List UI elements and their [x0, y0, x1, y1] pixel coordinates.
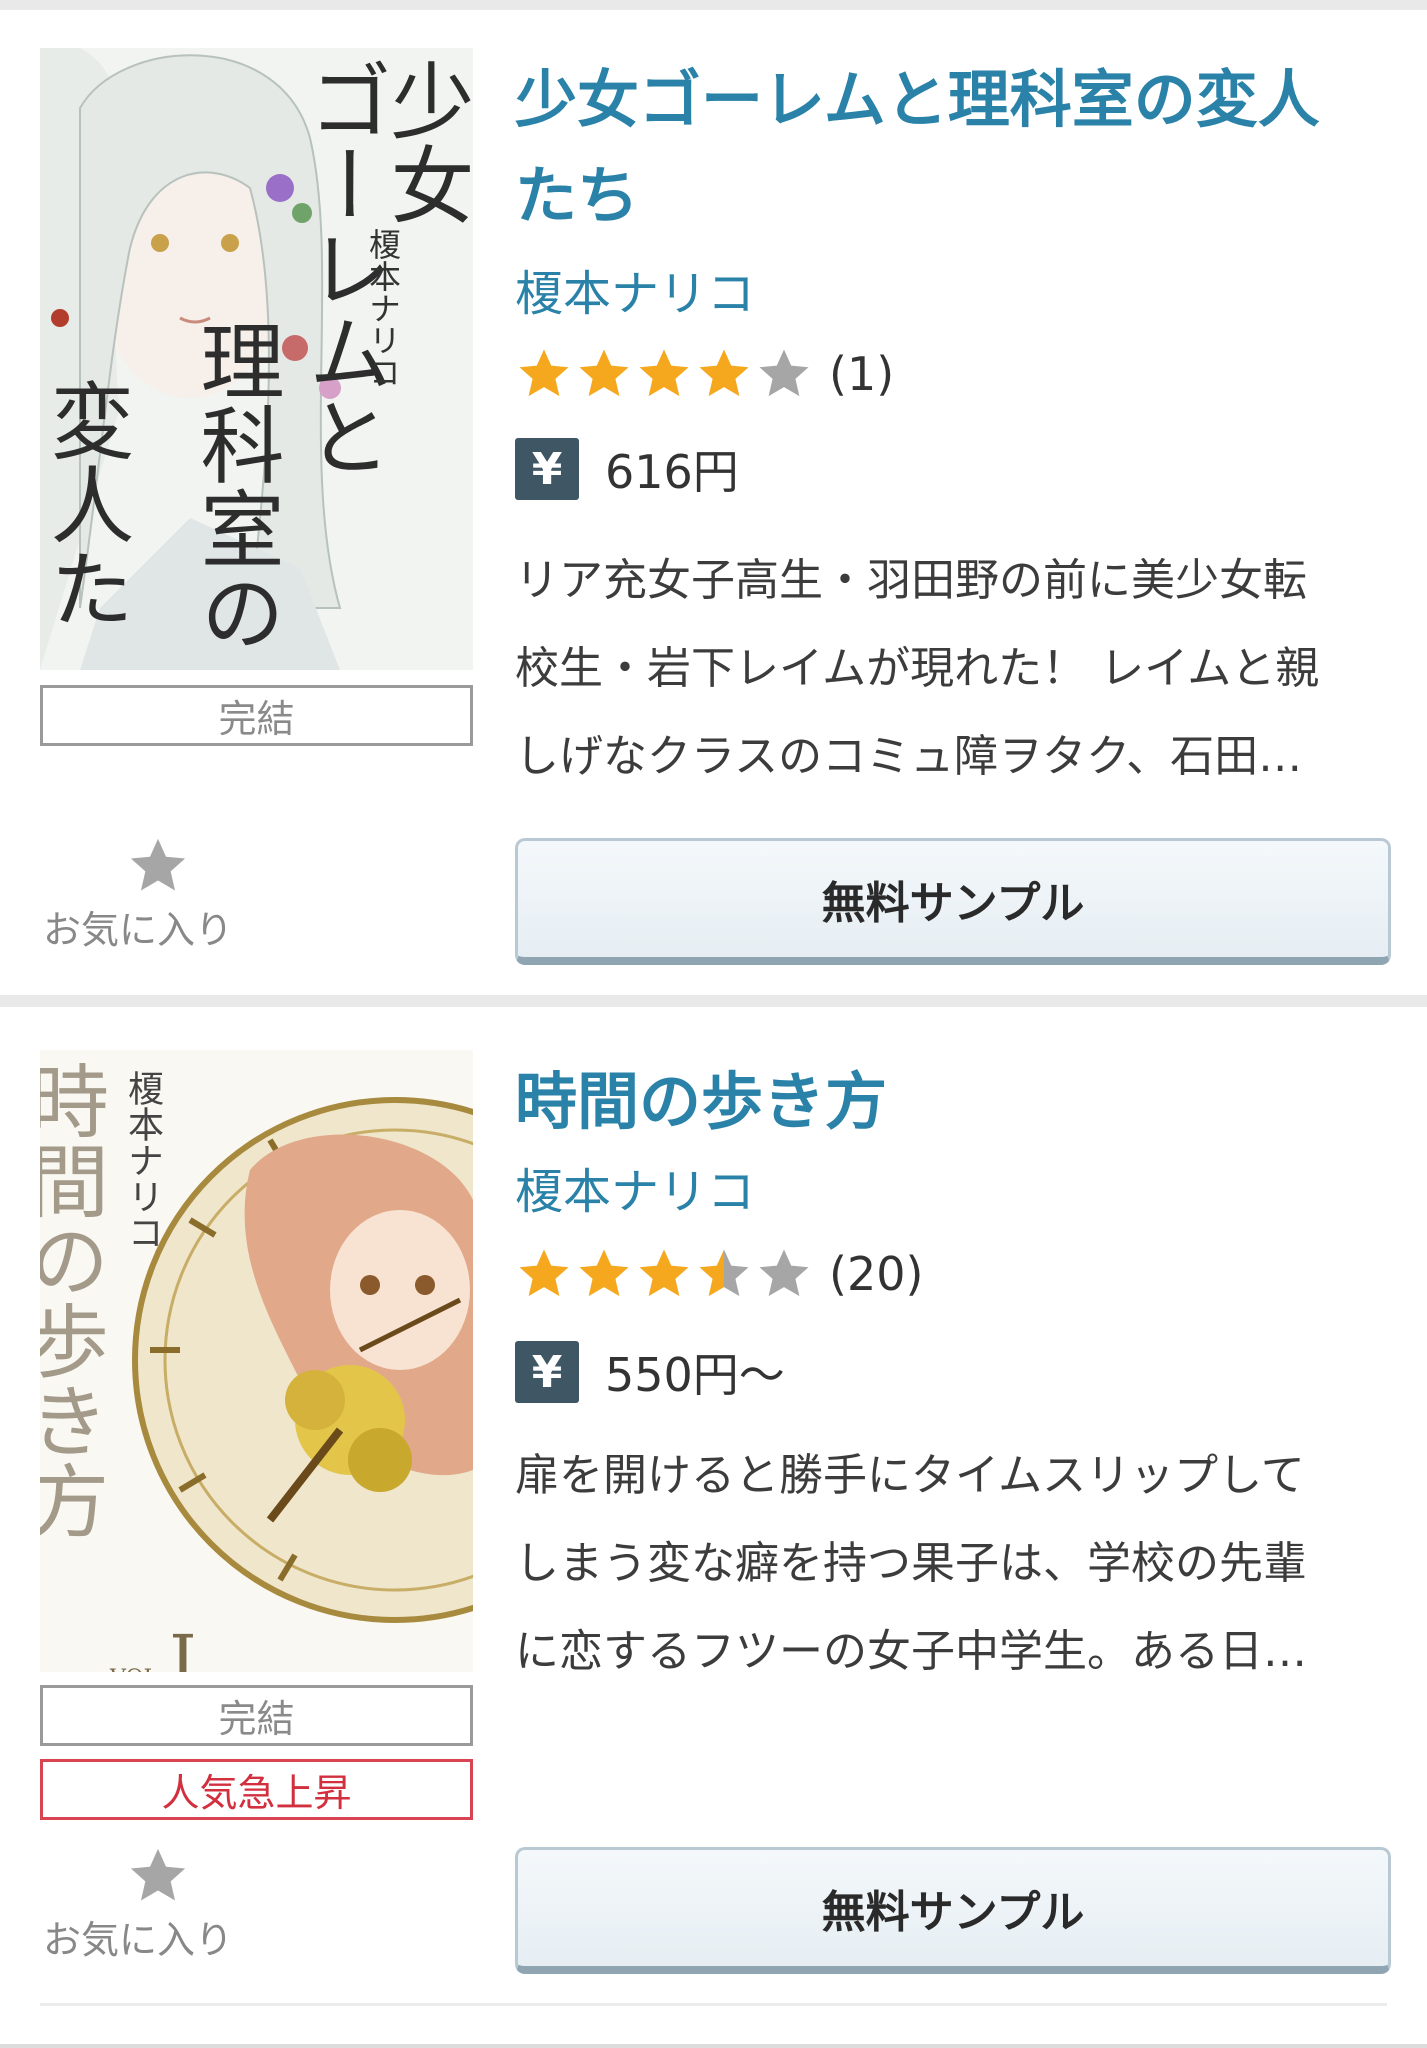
- cover-title-text: 少女: [377, 58, 473, 226]
- star-empty-icon: [759, 349, 809, 397]
- cover-title-text: 理科室の: [187, 318, 285, 654]
- star-icon: [130, 1848, 186, 1901]
- rating-count: (20): [829, 1247, 924, 1301]
- star-full-icon: [639, 1249, 689, 1297]
- author-link[interactable]: 榎本ナリコ: [515, 1152, 755, 1222]
- cover-title-text: 変人たち: [40, 378, 135, 630]
- star-full-icon: [519, 349, 569, 397]
- book-description: 扉を開けると勝手にタイムスリップして しまう変な癖を持つ果子は、学校の先輩 に恋…: [515, 1432, 1395, 1696]
- yen-icon: ¥: [515, 1341, 579, 1403]
- status-badge-complete: 完結: [40, 685, 473, 746]
- book-title-link[interactable]: 少女ゴーレムと理科室の変人 たち: [515, 52, 1395, 244]
- star-full-icon: [579, 349, 629, 397]
- favorite-label: お気に入り: [42, 908, 233, 952]
- book-title-link[interactable]: 時間の歩き方: [515, 1054, 1395, 1150]
- cover-title-text: 時間の歩き方: [40, 1060, 109, 1540]
- star-full-icon: [699, 349, 749, 397]
- star-rating: (20): [515, 1242, 923, 1306]
- star-icon: [130, 838, 186, 891]
- price-value: 550円～: [605, 1348, 785, 1402]
- trending-badge: 人気急上昇: [40, 1759, 473, 1820]
- book-cover[interactable]: 時間の歩き方 榎本ナリコ VOL.I: [40, 1050, 473, 1672]
- book-cover[interactable]: 少女 ゴーレムと 理科室の 変人たち 榎本ナリコ: [40, 48, 473, 670]
- description-line: に恋するフツーの女子中学生。ある日…: [515, 1626, 1307, 1677]
- star-full-icon: [579, 1249, 629, 1297]
- cover-author-text: 榎本ナリコ: [364, 228, 402, 388]
- search-results-list: 少女 ゴーレムと 理科室の 変人たち 榎本ナリコ 完結 お気に入り 少女ゴーレム…: [0, 0, 1427, 2048]
- price-value: 616円: [605, 445, 739, 499]
- favorite-toggle[interactable]: お気に入り: [43, 1845, 258, 1964]
- item-divider: [0, 995, 1427, 1007]
- description-line: 校生・岩下レイムが現れた！ レイムと親: [515, 643, 1320, 694]
- star-empty-icon: [759, 1249, 809, 1297]
- list-bottom-divider: [40, 2003, 1387, 2006]
- price-row: ¥ 550円～: [515, 1340, 785, 1404]
- free-sample-button[interactable]: 無料サンプル: [515, 838, 1391, 965]
- book-description: リア充女子高生・羽田野の前に美少女転 校生・岩下レイムが現れた！ レイムと親 し…: [515, 537, 1395, 801]
- description-line: しげなクラスのコミュ障ヲタク、石田…: [515, 731, 1303, 782]
- title-line: たち: [515, 159, 640, 232]
- star-full-icon: [519, 1249, 569, 1297]
- result-item[interactable]: 少女 ゴーレムと 理科室の 変人たち 榎本ナリコ 完結 お気に入り 少女ゴーレム…: [0, 10, 1427, 995]
- result-item[interactable]: 時間の歩き方 榎本ナリコ VOL.I 完結 人気急上昇 お気に入り 時間の歩き方…: [0, 1007, 1427, 2003]
- description-line: しまう変な癖を持つ果子は、学校の先輩: [515, 1538, 1307, 1589]
- free-sample-button[interactable]: 無料サンプル: [515, 1847, 1391, 1974]
- price-row: ¥ 616円: [515, 437, 739, 501]
- favorite-label: お気に入り: [42, 1918, 233, 1962]
- author-link[interactable]: 榎本ナリコ: [515, 254, 755, 324]
- star-half-icon: [699, 1249, 749, 1297]
- favorite-toggle[interactable]: お気に入り: [43, 835, 258, 954]
- star-full-icon: [639, 349, 689, 397]
- description-line: 扉を開けると勝手にタイムスリップして: [515, 1450, 1305, 1501]
- rating-count: (1): [829, 347, 895, 401]
- yen-icon: ¥: [515, 438, 579, 500]
- star-rating: (1): [515, 342, 894, 406]
- title-line: 少女ゴーレムと理科室の変人: [515, 63, 1320, 136]
- cover-volume-text: VOL.I: [110, 1620, 197, 1672]
- cover-author-text: 榎本ナリコ: [122, 1070, 163, 1250]
- footer-divider: [0, 2044, 1427, 2048]
- status-badge-complete: 完結: [40, 1685, 473, 1746]
- description-line: リア充女子高生・羽田野の前に美少女転: [515, 555, 1307, 606]
- top-divider: [0, 0, 1427, 10]
